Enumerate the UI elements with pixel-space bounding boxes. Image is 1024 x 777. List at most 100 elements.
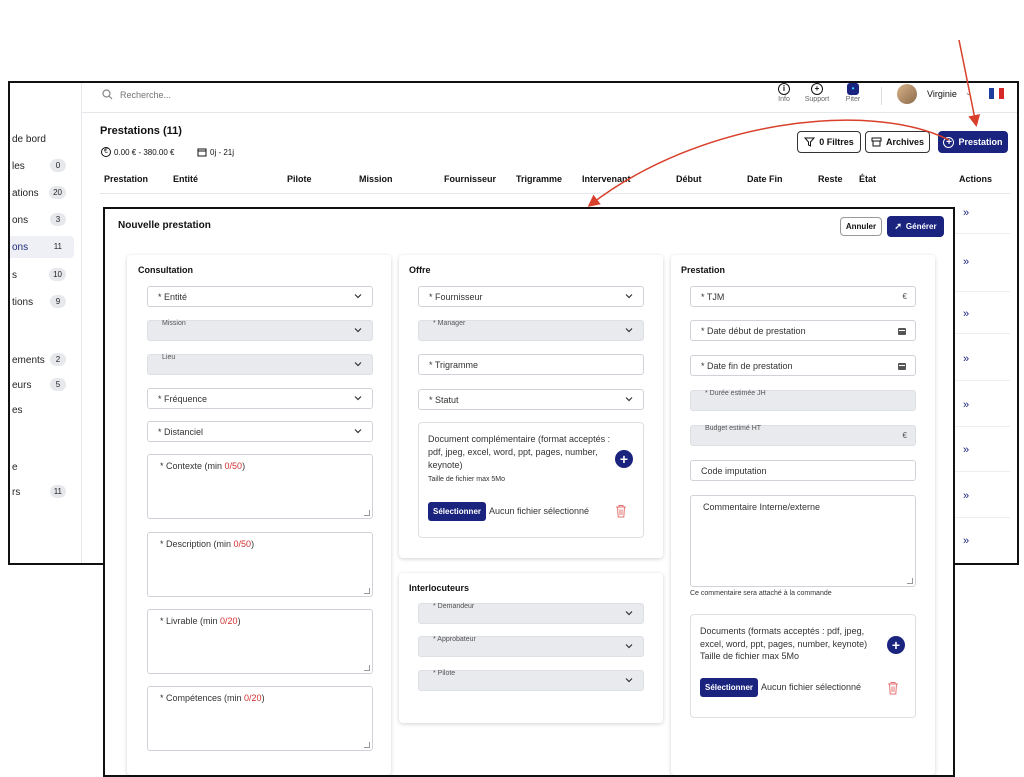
- info-button[interactable]: i Info: [769, 83, 799, 103]
- trash-icon[interactable]: [615, 504, 627, 518]
- chevron-down-icon[interactable]: ⌄: [965, 88, 972, 97]
- row-action-icon[interactable]: »: [963, 444, 969, 456]
- description-label: * Description (min: [160, 539, 234, 549]
- select-file-button[interactable]: Sélectionner: [700, 678, 758, 697]
- sidebar-item-label: ons: [12, 214, 29, 226]
- distanciel-select[interactable]: * Distanciel: [147, 421, 373, 442]
- fournisseur-select[interactable]: * Fournisseur: [418, 286, 644, 307]
- sidebar-item[interactable]: es: [10, 399, 74, 421]
- chevron-down-icon: [354, 396, 362, 401]
- modal-title: Nouvelle prestation: [118, 220, 211, 231]
- sidebar-item[interactable]: e: [10, 456, 74, 478]
- demandeur-select[interactable]: * Demandeur: [418, 603, 644, 624]
- sidebar-item-dashboard[interactable]: de bord: [10, 128, 74, 150]
- trigramme-label: * Trigramme: [429, 359, 479, 370]
- column-header[interactable]: État: [859, 174, 876, 184]
- support-label: Support: [804, 96, 830, 103]
- lieu-select[interactable]: Lieu: [147, 354, 373, 375]
- sidebar-item[interactable]: rs 11: [10, 481, 74, 503]
- user-name[interactable]: Virginie: [927, 89, 957, 99]
- trash-icon[interactable]: [887, 681, 899, 695]
- sidebar-item-prestations[interactable]: ons 11: [10, 236, 74, 258]
- row-action-icon[interactable]: »: [963, 353, 969, 365]
- documents-upload-text: Documents (formats acceptés : pdf, jpeg,…: [700, 626, 868, 649]
- piter-button[interactable]: • Piter: [838, 83, 868, 103]
- row-action-icon[interactable]: »: [963, 399, 969, 411]
- sidebar-item[interactable]: eurs 5: [10, 374, 74, 396]
- resize-handle[interactable]: [907, 578, 913, 584]
- row-action-icon[interactable]: »: [963, 308, 969, 320]
- cancel-button[interactable]: Annuler: [840, 217, 882, 236]
- sidebar: de bord les 0 ations 20 ons 3 ons 11 s 10 tio…: [10, 83, 82, 563]
- divider: [881, 87, 882, 105]
- count-badge: 0: [50, 159, 66, 172]
- info-label: Info: [778, 96, 790, 103]
- column-header[interactable]: Prestation: [104, 174, 148, 184]
- divider: [100, 193, 1010, 194]
- trigramme-input[interactable]: * Trigramme: [418, 354, 644, 375]
- sidebar-item[interactable]: les 0: [10, 155, 74, 177]
- no-file-text: Aucun fichier sélectionné: [761, 682, 862, 692]
- livrable-textarea[interactable]: * Livrable (min 0/20): [147, 609, 373, 674]
- column-header[interactable]: Pilote: [287, 174, 312, 184]
- date-fin-input[interactable]: * Date fin de prestation: [690, 355, 916, 376]
- code-imputation-input[interactable]: Code imputation: [690, 460, 916, 481]
- column-header[interactable]: Mission: [359, 174, 393, 184]
- row-action-icon[interactable]: »: [963, 256, 969, 268]
- select-file-button[interactable]: Sélectionner: [428, 502, 486, 521]
- sidebar-item-label: ements: [12, 354, 45, 366]
- resize-handle[interactable]: [364, 742, 370, 748]
- budget-label: Budget estimé HT: [705, 425, 762, 432]
- entite-select[interactable]: * Entité: [147, 286, 373, 307]
- resize-handle[interactable]: [364, 665, 370, 671]
- mission-select[interactable]: Mission: [147, 320, 373, 341]
- manager-label: * Manager: [433, 320, 466, 327]
- resize-handle[interactable]: [364, 510, 370, 516]
- row-action-icon[interactable]: »: [963, 490, 969, 502]
- statut-select[interactable]: * Statut: [418, 389, 644, 410]
- sidebar-item[interactable]: s 10: [10, 264, 74, 286]
- column-header[interactable]: Reste: [818, 174, 843, 184]
- frequence-select[interactable]: * Fréquence: [147, 388, 373, 409]
- add-document-button[interactable]: +: [615, 450, 633, 468]
- generate-button[interactable]: ➚ Générer: [887, 216, 944, 237]
- support-button[interactable]: + Support: [802, 83, 832, 103]
- archives-button[interactable]: Archives: [865, 131, 930, 153]
- french-flag-icon[interactable]: [989, 88, 1004, 99]
- column-header[interactable]: Fournisseur: [444, 174, 496, 184]
- frequence-label: * Fréquence: [158, 393, 208, 404]
- column-header[interactable]: Actions: [959, 174, 992, 184]
- sidebar-item[interactable]: ons 3: [10, 209, 74, 231]
- column-header[interactable]: Début: [676, 174, 702, 184]
- plus-circle-icon: +: [943, 136, 955, 148]
- filters-button[interactable]: 0 Filtres: [797, 131, 861, 153]
- sidebar-item[interactable]: tions 9: [10, 291, 74, 313]
- commentaire-textarea[interactable]: Commentaire Interne/externe: [690, 495, 916, 587]
- lifebuoy-icon: +: [811, 83, 823, 95]
- calendar-icon[interactable]: [897, 326, 907, 336]
- approbateur-select[interactable]: * Approbateur: [418, 636, 644, 657]
- column-header[interactable]: Intervenant: [582, 174, 631, 184]
- date-debut-input[interactable]: * Date début de prestation: [690, 320, 916, 341]
- column-header[interactable]: Date Fin: [747, 174, 783, 184]
- sidebar-item[interactable]: ations 20: [10, 182, 74, 204]
- sidebar-item[interactable]: ements 2: [10, 349, 74, 371]
- row-action-icon[interactable]: »: [963, 535, 969, 547]
- manager-select[interactable]: * Manager: [418, 320, 644, 341]
- search-input[interactable]: [118, 86, 318, 103]
- description-counter: 0/50: [233, 539, 252, 549]
- row-action-icon[interactable]: »: [963, 207, 969, 219]
- pilote-select[interactable]: * Pilote: [418, 670, 644, 691]
- calendar-icon[interactable]: [897, 361, 907, 371]
- avatar[interactable]: [897, 84, 917, 104]
- contexte-textarea[interactable]: * Contexte (min 0/50): [147, 454, 373, 519]
- column-header[interactable]: Trigramme: [516, 174, 562, 184]
- resize-handle[interactable]: [364, 588, 370, 594]
- column-header[interactable]: Entité: [173, 174, 198, 184]
- add-document-button[interactable]: +: [887, 636, 905, 654]
- description-textarea[interactable]: * Description (min 0/50): [147, 532, 373, 597]
- competences-textarea[interactable]: * Compétences (min 0/20): [147, 686, 373, 751]
- topbar: iInfo +Support •Piter Virginie ⌄: [82, 83, 1017, 113]
- add-prestation-button[interactable]: + Prestation: [938, 131, 1008, 153]
- tjm-input[interactable]: * TJM €: [690, 286, 916, 307]
